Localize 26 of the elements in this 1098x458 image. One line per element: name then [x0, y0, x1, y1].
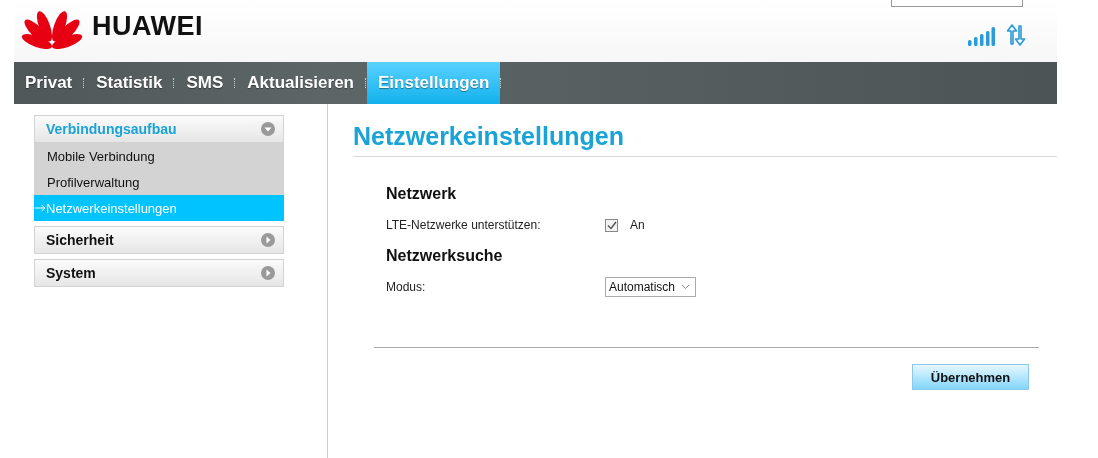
- chevron-right-icon: [261, 266, 275, 280]
- chevron-down-icon: [261, 122, 275, 136]
- apply-button[interactable]: Übernehmen: [912, 364, 1029, 390]
- section-heading: Netzwerk: [386, 185, 458, 203]
- caret-icon: [681, 284, 691, 290]
- data-transfer-icon: [1005, 24, 1027, 46]
- sidebar-group[interactable]: Sicherheit: [34, 226, 284, 254]
- brand-name: HUAWEI: [92, 10, 203, 42]
- section-heading: Netzwerksuche: [386, 247, 504, 265]
- mode-select[interactable]: Automatisch: [605, 277, 697, 297]
- nav-tab[interactable]: Aktualisieren: [236, 62, 365, 104]
- chevron-right-icon: [261, 233, 275, 247]
- nav-tab[interactable]: SMS: [175, 62, 235, 104]
- arrow-right-icon: [35, 204, 46, 212]
- language-select[interactable]: [891, 0, 1023, 7]
- sidebar-item[interactable]: Profilverwaltung: [34, 169, 284, 195]
- signal-icon: [967, 26, 995, 46]
- sidebar-item[interactable]: Mobile Verbindung: [34, 143, 284, 169]
- field-label: Modus:: [386, 280, 427, 294]
- field-label: LTE-Netzwerke unterstützen:: [386, 218, 542, 232]
- checkbox-label: An: [630, 218, 645, 232]
- checkbox[interactable]: [605, 218, 618, 232]
- nav-tab[interactable]: Privat: [14, 62, 84, 104]
- sidebar-group[interactable]: System: [34, 259, 284, 287]
- nav-tab[interactable]: Statistik: [85, 62, 174, 104]
- page-title: Netzwerkeinstellungen: [353, 122, 1057, 157]
